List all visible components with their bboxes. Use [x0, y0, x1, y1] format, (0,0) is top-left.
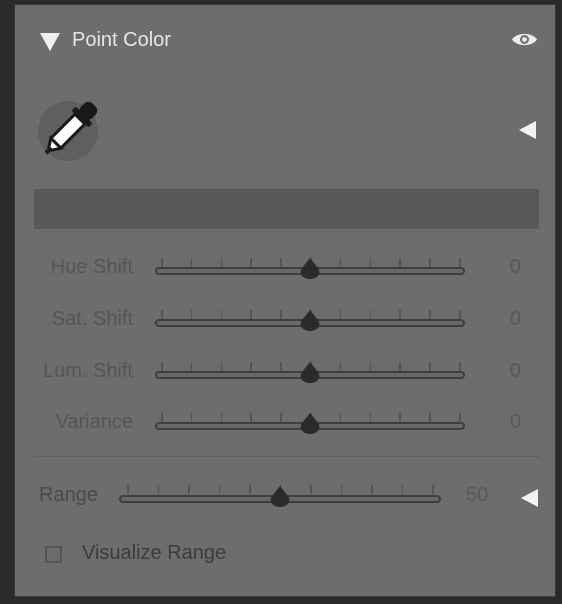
slider-tick — [369, 413, 372, 422]
slider-tick — [339, 413, 342, 422]
lum-shift-label: Lum. Shift — [42, 360, 133, 382]
slider-tick — [459, 362, 461, 371]
slider-tick — [220, 258, 223, 267]
slider-tick — [220, 413, 223, 422]
slider-tick — [369, 362, 372, 371]
slider-tick — [459, 258, 461, 267]
eyedropper-button[interactable] — [34, 93, 106, 165]
slider-tick — [459, 310, 461, 319]
slider-tick — [459, 413, 461, 422]
slider-tick — [161, 258, 163, 267]
slider-tick — [250, 362, 252, 371]
slider-tick — [188, 485, 190, 494]
variance-label: Variance — [55, 411, 133, 433]
slider-tick — [399, 258, 401, 267]
sat-shift-slider-thumb[interactable] — [299, 309, 321, 333]
slider-tick — [369, 310, 372, 319]
variance-slider-thumb[interactable] — [299, 412, 321, 436]
triangle-left-icon[interactable] — [519, 121, 536, 139]
variance-value[interactable]: 0 — [510, 411, 540, 434]
slider-tick — [157, 485, 159, 494]
lum-shift-slider-row: Lum. Shift 0 — [15, 354, 555, 394]
slider-tick — [339, 362, 342, 371]
slider-tick — [250, 258, 252, 267]
point-color-panel: Point Color Hue Shift 0 Sat. Shift 0 Lum. Sh… — [14, 4, 556, 597]
slider-tick — [190, 413, 193, 422]
slider-tick — [161, 362, 163, 371]
slider-tick — [399, 310, 401, 319]
slider-tick — [429, 258, 431, 267]
lum-shift-value[interactable]: 0 — [510, 360, 540, 383]
hue-shift-slider-row: Hue Shift 0 — [15, 250, 555, 290]
slider-tick — [310, 485, 312, 494]
slider-tick — [429, 362, 431, 371]
slider-tick — [190, 310, 193, 319]
slider-tick — [340, 485, 342, 494]
slider-tick — [218, 485, 220, 494]
hue-shift-label: Hue Shift — [50, 256, 133, 278]
visualize-range-checkbox[interactable] — [45, 546, 62, 563]
slider-tick — [369, 258, 372, 267]
slider-tick — [161, 413, 163, 422]
sat-shift-slider-row: Sat. Shift 0 — [15, 302, 555, 342]
slider-tick — [250, 310, 252, 319]
divider — [34, 456, 539, 457]
slider-tick — [371, 485, 373, 494]
slider-tick — [250, 413, 252, 422]
slider-tick — [161, 310, 163, 319]
eye-icon[interactable] — [511, 30, 538, 49]
visualize-range-label: Visualize Range — [82, 542, 227, 564]
slider-tick — [429, 310, 431, 319]
range-label: Range — [39, 484, 98, 506]
slider-tick — [280, 258, 282, 267]
slider-tick — [190, 258, 193, 267]
range-value[interactable]: 50 — [466, 484, 488, 507]
slider-tick — [339, 258, 342, 267]
slider-tick — [249, 485, 251, 494]
slider-tick — [401, 485, 403, 494]
slider-tick — [399, 362, 401, 371]
sat-shift-label: Sat. Shift — [51, 308, 133, 330]
triangle-down-icon[interactable] — [40, 33, 60, 51]
slider-tick — [280, 362, 282, 371]
slider-tick — [339, 310, 342, 319]
slider-tick — [220, 362, 223, 371]
slider-tick — [190, 362, 193, 371]
variance-slider-row: Variance 0 — [15, 405, 555, 445]
lum-shift-slider-thumb[interactable] — [299, 361, 321, 385]
hue-shift-value[interactable]: 0 — [510, 256, 540, 279]
range-slider-row: Range 50 — [15, 475, 555, 515]
panel-header[interactable]: Point Color — [15, 5, 555, 77]
sat-shift-value[interactable]: 0 — [510, 308, 540, 331]
slider-tick — [220, 310, 223, 319]
panel-title: Point Color — [72, 29, 171, 51]
eyedropper-icon — [44, 101, 98, 155]
slider-tick — [432, 485, 434, 494]
slider-tick — [399, 413, 401, 422]
slider-tick — [429, 413, 431, 422]
range-slider-thumb[interactable] — [269, 485, 291, 509]
hue-shift-slider-thumb[interactable] — [299, 257, 321, 281]
slider-tick — [280, 310, 282, 319]
color-swatch — [34, 189, 539, 229]
triangle-left-icon[interactable] — [521, 489, 538, 507]
slider-tick — [127, 485, 129, 494]
slider-tick — [280, 413, 282, 422]
